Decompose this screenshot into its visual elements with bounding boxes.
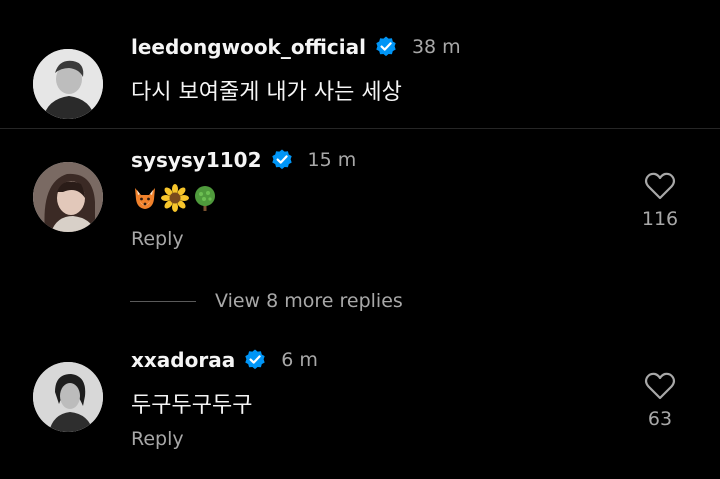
username[interactable]: xxadoraa <box>131 348 235 372</box>
reply-button[interactable]: Reply <box>131 228 184 250</box>
heart-outline-icon[interactable] <box>630 372 690 400</box>
verified-badge-icon <box>270 148 294 172</box>
verified-badge-icon <box>243 348 267 372</box>
post-caption: leedongwook_official 38 m 다시 보여줄게 내가 사는 … <box>0 0 720 128</box>
fox-emoji <box>135 188 155 209</box>
view-more-replies-label[interactable]: View 8 more replies <box>215 290 403 312</box>
heart-outline-icon[interactable] <box>630 172 690 200</box>
thread-line <box>130 300 196 302</box>
username[interactable]: leedongwook_official <box>131 35 366 59</box>
like-count: 63 <box>647 408 673 430</box>
avatar[interactable] <box>33 362 103 432</box>
username[interactable]: sysysy1102 <box>131 148 262 172</box>
comment-text: 두구두구두구 <box>131 393 253 418</box>
reply-button[interactable]: Reply <box>131 428 184 450</box>
avatar-photo <box>33 362 103 432</box>
divider <box>0 128 720 129</box>
timestamp: 38 m <box>411 36 461 58</box>
verified-badge-icon <box>374 35 398 59</box>
timestamp: 15 m <box>307 149 357 171</box>
like-count: 116 <box>641 208 679 230</box>
avatar[interactable] <box>33 49 103 119</box>
caption-text: 다시 보여줄게 내가 사는 세상 <box>131 80 402 105</box>
comment-text <box>131 184 219 212</box>
view-more-replies[interactable]: View 8 more replies <box>130 290 403 312</box>
tree-emoji <box>195 186 215 211</box>
like-control: 63 <box>630 372 690 430</box>
like-control: 116 <box>630 172 690 230</box>
sunflower-emoji <box>161 184 189 212</box>
timestamp: 6 m <box>281 349 318 371</box>
avatar-photo <box>33 162 103 232</box>
avatar[interactable] <box>33 162 103 232</box>
avatar-photo <box>33 49 103 119</box>
